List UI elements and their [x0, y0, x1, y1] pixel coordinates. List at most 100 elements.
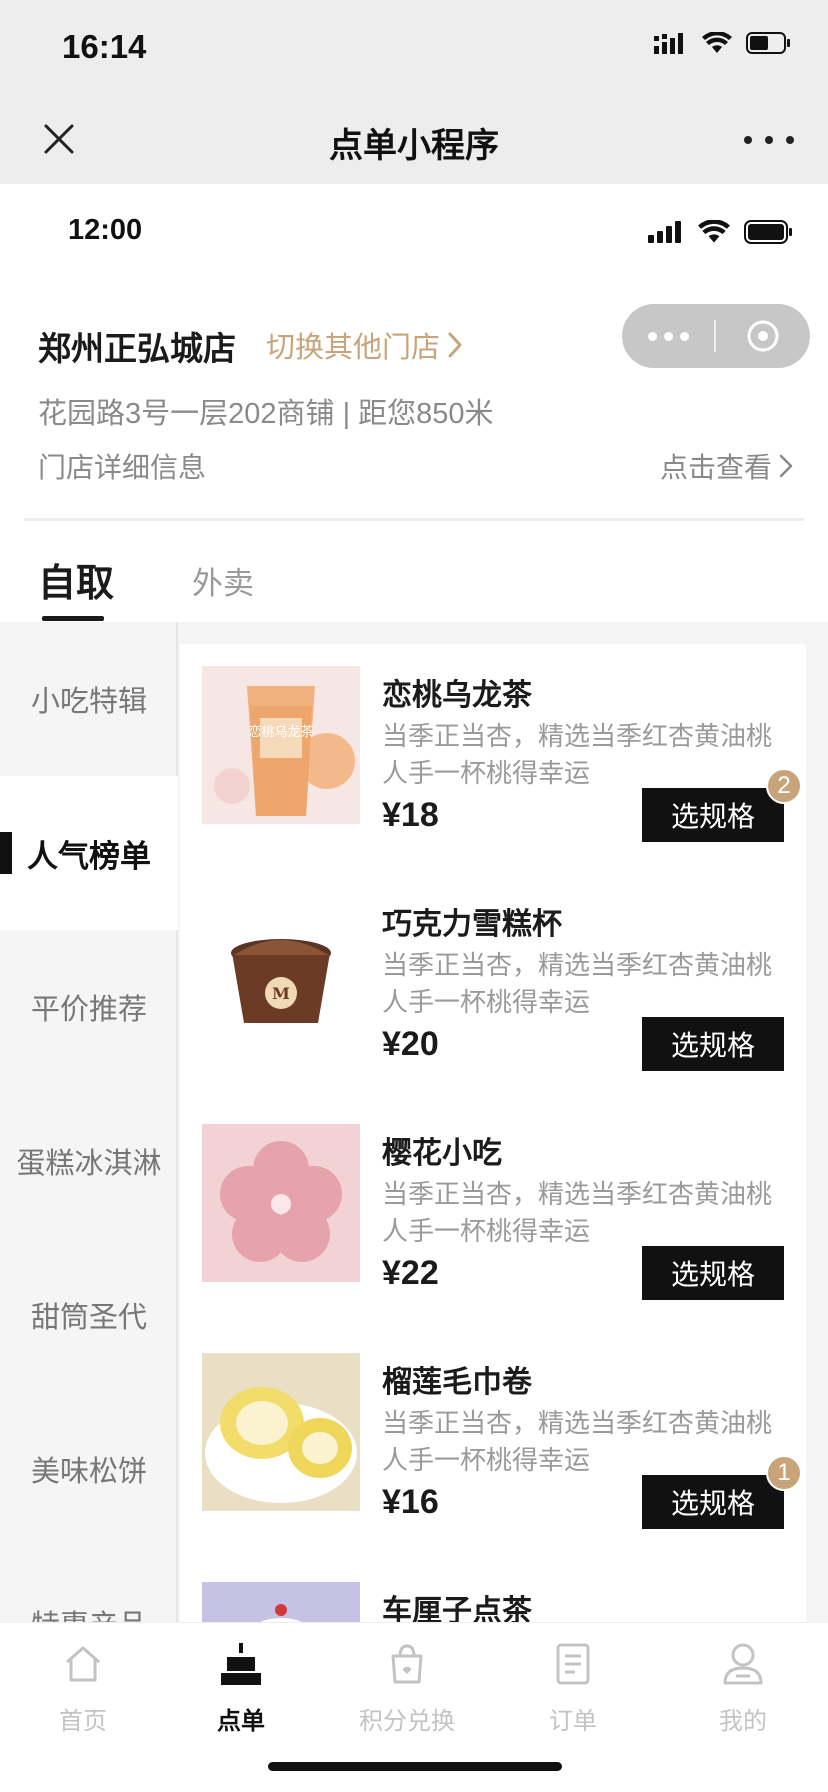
- category-label: 人气榜单: [27, 838, 151, 874]
- miniapp-nav-bar: 点单小程序: [0, 96, 828, 184]
- select-spec-button[interactable]: 选规格: [642, 1475, 784, 1529]
- points-bag-icon: [382, 1639, 432, 1689]
- product-card[interactable]: 榴莲毛巾卷 当季正当杏，精选当季红杏黄油桃人手一杯桃得幸运 ¥16 选规格 1: [180, 1331, 806, 1560]
- product-price: ¥20: [382, 1025, 439, 1063]
- category-sidebar: 小吃特辑 人气榜单 平价推荐 蛋糕冰淇淋 甜筒圣代 美味松饼 特惠产品: [0, 622, 178, 1622]
- category-item[interactable]: 特惠产品: [0, 1546, 178, 1622]
- select-spec-button[interactable]: 选规格: [642, 1246, 784, 1300]
- product-card[interactable]: 恋桃乌龙茶 恋桃乌龙茶 当季正当杏，精选当季红杏黄油桃人手一杯桃得幸运 ¥18 …: [180, 644, 806, 873]
- cart-count-badge: 1: [766, 1455, 802, 1491]
- select-spec-button[interactable]: 选规格: [642, 788, 784, 842]
- product-image: [202, 1124, 360, 1282]
- category-item[interactable]: 小吃特辑: [0, 622, 178, 776]
- category-label: 平价推荐: [30, 994, 147, 1026]
- product-price: ¥22: [382, 1254, 439, 1292]
- battery-icon: [746, 32, 790, 54]
- home-indicator: [268, 1762, 562, 1771]
- switch-store-link[interactable]: 切换其他门店: [266, 324, 464, 366]
- tab-delivery[interactable]: 外卖: [192, 558, 254, 603]
- status-time: 16:14: [62, 28, 147, 65]
- divider: [24, 518, 804, 521]
- battery-icon: [744, 220, 792, 244]
- tabbar-label: 我的: [719, 1708, 767, 1735]
- cart-count-badge: 2: [766, 768, 802, 804]
- product-name: 巧克力雪糕杯: [382, 908, 562, 941]
- category-label: 甜筒圣代: [30, 1302, 147, 1334]
- product-name: 樱花小吃: [382, 1137, 502, 1170]
- tabbar-item-home[interactable]: 首页: [0, 1639, 166, 1749]
- category-label: 美味松饼: [30, 1456, 147, 1488]
- product-image: M: [202, 895, 360, 1053]
- signal-icon: [648, 221, 681, 243]
- product-list: 恋桃乌龙茶 恋桃乌龙茶 当季正当杏，精选当季红杏黄油桃人手一杯桃得幸运 ¥18 …: [180, 644, 806, 1622]
- product-description: 当季正当杏，精选当季红杏黄油桃人手一杯桃得幸运: [382, 950, 773, 1017]
- category-item[interactable]: 蛋糕冰淇淋: [0, 1084, 178, 1238]
- signal-icon: [654, 33, 683, 54]
- order-mode-tabs: 自取 外卖: [0, 530, 828, 622]
- category-item-active[interactable]: 人气榜单: [0, 776, 178, 930]
- select-spec-button[interactable]: 选规格: [642, 1017, 784, 1071]
- product-card[interactable]: M 巧克力雪糕杯 当季正当杏，精选当季红杏黄油桃人手一杯桃得幸运 ¥20 选规格: [180, 873, 806, 1102]
- chevron-right-icon: [448, 332, 462, 358]
- tabbar-item-mine[interactable]: 我的: [660, 1639, 826, 1749]
- tab-pickup[interactable]: 自取: [38, 552, 114, 607]
- product-image-label: 恋桃乌龙茶: [248, 724, 313, 740]
- inner-status-icons: [648, 220, 794, 244]
- product-name: 车厘子点茶: [382, 1595, 532, 1622]
- tabbar-label: 首页: [59, 1708, 107, 1735]
- capsule-dot-icon: [679, 331, 689, 341]
- capsule-dot-icon: [647, 331, 657, 341]
- product-image: 恋桃乌龙茶: [202, 666, 360, 824]
- category-label: 特惠产品: [31, 1602, 147, 1622]
- capsule-dot-icon: [663, 331, 673, 341]
- menu-content: 小吃特辑 人气榜单 平价推荐 蛋糕冰淇淋 甜筒圣代 美味松饼 特惠产品 恋桃乌龙…: [0, 622, 828, 1622]
- cake-icon: [216, 1639, 266, 1689]
- order-list-icon: [548, 1639, 598, 1689]
- wifi-icon: [702, 32, 732, 53]
- status-icons: [654, 32, 792, 54]
- user-icon: [718, 1639, 768, 1689]
- category-item[interactable]: 甜筒圣代: [0, 1238, 178, 1392]
- tabbar-label: 点单: [217, 1708, 265, 1735]
- home-icon: [58, 1639, 108, 1689]
- wifi-icon: [698, 220, 730, 243]
- category-item[interactable]: 美味松饼: [0, 1392, 178, 1546]
- product-name: 恋桃乌龙茶: [382, 679, 532, 712]
- tabbar-label: 订单: [549, 1708, 597, 1735]
- store-info: 郑州正弘城店 切换其他门店 花园路3号一层202商铺 | 距您850米 门店详细…: [0, 274, 828, 524]
- more-dot-icon: [765, 136, 773, 144]
- switch-store-label: 切换其他门店: [266, 332, 441, 364]
- active-category-marker: [0, 832, 12, 874]
- more-menu-button[interactable]: [744, 120, 794, 160]
- system-status-bar: 16:14: [0, 0, 828, 96]
- page-title: 点单小程序: [329, 127, 499, 165]
- product-card[interactable]: 车厘子点茶: [180, 1560, 806, 1622]
- product-price: ¥16: [382, 1483, 439, 1521]
- inner-status-time: 12:00: [68, 214, 143, 246]
- store-detail-label: 门店详细信息: [38, 452, 207, 483]
- store-address: 花园路3号一层202商铺 | 距您850米: [38, 398, 494, 430]
- product-card[interactable]: 樱花小吃 当季正当杏，精选当季红杏黄油桃人手一杯桃得幸运 ¥22 选规格: [180, 1102, 806, 1331]
- product-image: [202, 1353, 360, 1511]
- tabbar-item-points[interactable]: 积分兑换: [324, 1639, 490, 1749]
- inner-status-bar: 12:00: [0, 184, 828, 274]
- product-image-label: M: [272, 984, 290, 1003]
- tabbar-item-orders[interactable]: 订单: [490, 1639, 656, 1749]
- product-image: [202, 1582, 360, 1622]
- capsule-menu-button[interactable]: [622, 304, 714, 368]
- tabbar-label: 积分兑换: [359, 1708, 455, 1735]
- category-label: 小吃特辑: [30, 686, 147, 718]
- category-item[interactable]: 平价推荐: [0, 930, 178, 1084]
- store-name: 郑州正弘城店: [38, 330, 236, 367]
- product-price: ¥18: [382, 796, 439, 834]
- product-name: 榴莲毛巾卷: [382, 1366, 532, 1399]
- more-dot-icon: [786, 136, 794, 144]
- capsule-close-button[interactable]: [716, 319, 810, 353]
- tabbar-item-order[interactable]: 点单: [158, 1639, 324, 1749]
- more-dot-icon: [744, 136, 752, 144]
- product-description: 当季正当杏，精选当季红杏黄油桃人手一杯桃得幸运: [382, 1179, 773, 1246]
- product-description: 当季正当杏，精选当季红杏黄油桃人手一杯桃得幸运: [382, 721, 773, 788]
- chevron-right-icon: [779, 454, 793, 478]
- target-icon: [747, 320, 779, 352]
- view-detail-link[interactable]: 点击查看: [660, 446, 794, 486]
